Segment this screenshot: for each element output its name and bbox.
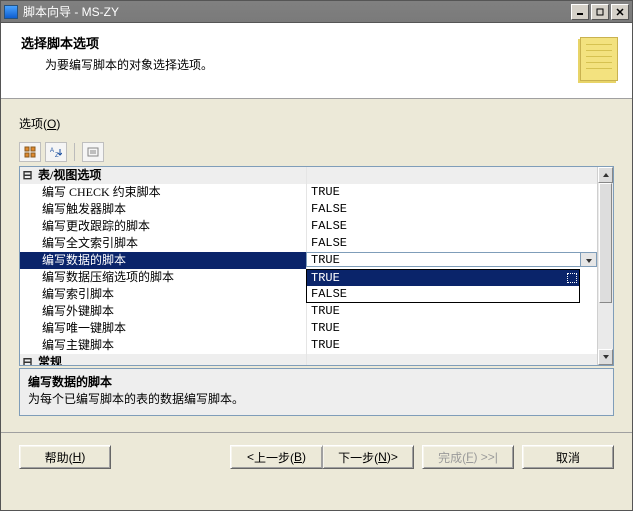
option-label: 编写索引脚本 xyxy=(36,286,306,303)
option-row[interactable]: 编写唯一键脚本TRUE xyxy=(20,320,597,337)
option-label: 编写触发器脚本 xyxy=(36,201,306,218)
dropdown-toggle[interactable] xyxy=(580,253,596,267)
grid-scrollbar[interactable] xyxy=(597,167,613,365)
description-text: 为每个已编写脚本的表的数据编写脚本。 xyxy=(28,390,605,407)
option-label: 编写数据压缩选项的脚本 xyxy=(36,269,306,286)
category-row[interactable]: ⊟常规 xyxy=(20,354,597,365)
option-label: 编写主键脚本 xyxy=(36,337,306,354)
option-value-editor[interactable]: TRUE xyxy=(306,252,597,267)
category-label: 常规 xyxy=(36,354,306,365)
option-label: 编写全文索引脚本 xyxy=(36,235,306,252)
option-row[interactable]: 编写全文索引脚本FALSE xyxy=(20,235,597,252)
option-row[interactable]: 编写外键脚本TRUE xyxy=(20,303,597,320)
option-label: 编写唯一键脚本 xyxy=(36,320,306,337)
description-panel: 编写数据的脚本 为每个已编写脚本的表的数据编写脚本。 xyxy=(19,368,614,416)
option-value: TRUE xyxy=(306,184,597,201)
maximize-button[interactable] xyxy=(591,4,609,20)
option-label: 编写数据的脚本 xyxy=(36,252,306,269)
option-value: TRUE xyxy=(306,320,597,337)
close-button[interactable] xyxy=(611,4,629,20)
scroll-thumb[interactable] xyxy=(599,183,612,303)
scroll-up-button[interactable] xyxy=(598,167,613,183)
back-button[interactable]: < 上一步(B) xyxy=(230,445,322,469)
options-grid: ⊟表/视图选项编写 CHECK 约束脚本TRUE编写触发器脚本FALSE编写更改… xyxy=(19,166,614,366)
option-row[interactable]: 编写主键脚本TRUE xyxy=(20,337,597,354)
window-title: 脚本向导 - MS-ZY xyxy=(23,3,569,20)
option-row[interactable]: 编写更改跟踪的脚本FALSE xyxy=(20,218,597,235)
scroll-down-button[interactable] xyxy=(598,349,613,365)
dropdown-option[interactable]: FALSE xyxy=(307,286,579,302)
option-label: 编写更改跟踪的脚本 xyxy=(36,218,306,235)
option-value: TRUE xyxy=(306,303,597,320)
categorized-button[interactable] xyxy=(19,142,41,162)
toolbar-separator xyxy=(74,143,75,161)
grid-toolbar: AZ xyxy=(19,142,614,162)
option-row[interactable]: 编写触发器脚本FALSE xyxy=(20,201,597,218)
option-value: TRUE xyxy=(306,337,597,354)
category-label: 表/视图选项 xyxy=(36,167,306,184)
next-button[interactable]: 下一步(N) > xyxy=(322,445,414,469)
alphabetical-button[interactable]: AZ xyxy=(45,142,67,162)
app-icon xyxy=(4,5,18,19)
option-row[interactable]: 编写 CHECK 约束脚本TRUE xyxy=(20,184,597,201)
finish-button: 完成(F) >>| xyxy=(422,445,514,469)
options-label: 选项(O) xyxy=(19,115,614,132)
option-label: 编写外键脚本 xyxy=(36,303,306,320)
option-value: FALSE xyxy=(306,235,597,252)
description-title: 编写数据的脚本 xyxy=(28,373,605,390)
minimize-button[interactable] xyxy=(571,4,589,20)
page-title: 选择脚本选项 xyxy=(21,33,570,52)
option-value: FALSE xyxy=(306,218,597,235)
wizard-icon xyxy=(570,37,618,85)
svg-text:A: A xyxy=(50,148,54,154)
value-dropdown[interactable]: TRUEFALSE xyxy=(306,269,580,303)
category-row[interactable]: ⊟表/视图选项 xyxy=(20,167,597,184)
option-row[interactable]: 编写数据的脚本TRUE xyxy=(20,252,597,269)
cancel-button[interactable]: 取消 xyxy=(522,445,614,469)
page-subtitle: 为要编写脚本的对象选择选项。 xyxy=(45,56,570,73)
properties-button[interactable] xyxy=(82,142,104,162)
option-label: 编写 CHECK 约束脚本 xyxy=(36,184,306,201)
help-button[interactable]: 帮助(H) xyxy=(19,445,111,469)
option-value: FALSE xyxy=(306,201,597,218)
dropdown-option[interactable]: TRUE xyxy=(307,270,579,286)
